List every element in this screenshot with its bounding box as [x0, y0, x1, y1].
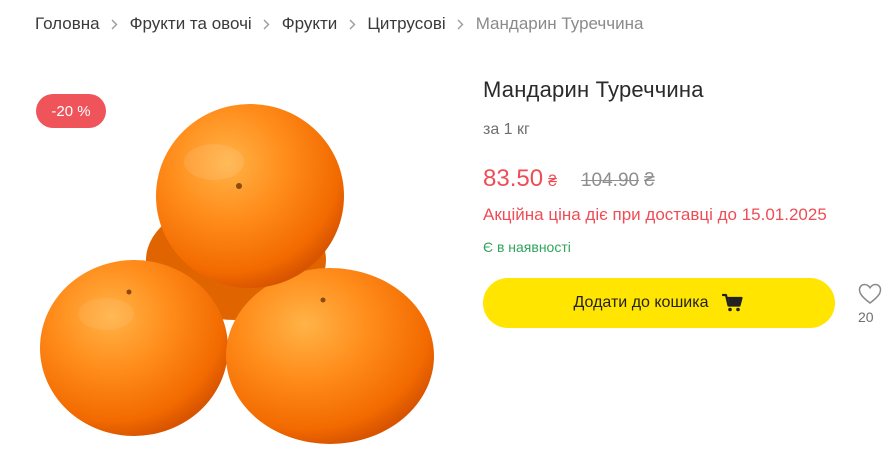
old-currency-symbol: ₴ [644, 170, 655, 191]
chevron-right-icon [100, 19, 130, 30]
add-to-cart-label: Додати до кошика [573, 294, 709, 311]
stock-status: Є в наявності [483, 239, 571, 255]
favorite-button[interactable] [856, 283, 884, 310]
breadcrumb-home-link[interactable]: Головна [35, 14, 100, 34]
chevron-right-icon [252, 19, 282, 30]
current-price: 83.50 ₴ [483, 165, 557, 193]
discount-badge: -20 % [36, 94, 106, 128]
breadcrumb-current: Мандарин Туреччина [475, 14, 644, 33]
product-unit: за 1 кг [483, 121, 530, 138]
promo-text: Акційна ціна діє при доставці до 15.01.2… [483, 205, 827, 224]
price-row: 83.50 ₴ 104.90 ₴ [483, 165, 655, 193]
old-price-value: 104.90 [580, 170, 640, 191]
breadcrumb-fruits-vegetables-link[interactable]: Фрукти та овочі [130, 14, 252, 34]
cart-icon [722, 293, 744, 313]
product-image[interactable] [36, 90, 436, 460]
breadcrumb: Головна Фрукти та овочі Фрукти Цитрусові… [35, 13, 643, 35]
chevron-right-icon [446, 19, 476, 30]
current-price-value: 83.50 [483, 165, 544, 192]
favorites-count: 20 [858, 309, 874, 325]
add-to-cart-button[interactable]: Додати до кошика [483, 278, 835, 328]
chevron-right-icon [337, 19, 367, 30]
currency-symbol: ₴ [548, 173, 557, 190]
breadcrumb-fruits-link[interactable]: Фрукти [282, 14, 338, 34]
breadcrumb-citrus-link[interactable]: Цитрусові [367, 14, 445, 34]
heart-icon [858, 283, 882, 304]
old-price: 104.90 ₴ [581, 170, 655, 192]
product-title: Мандарин Туреччина [483, 77, 704, 102]
